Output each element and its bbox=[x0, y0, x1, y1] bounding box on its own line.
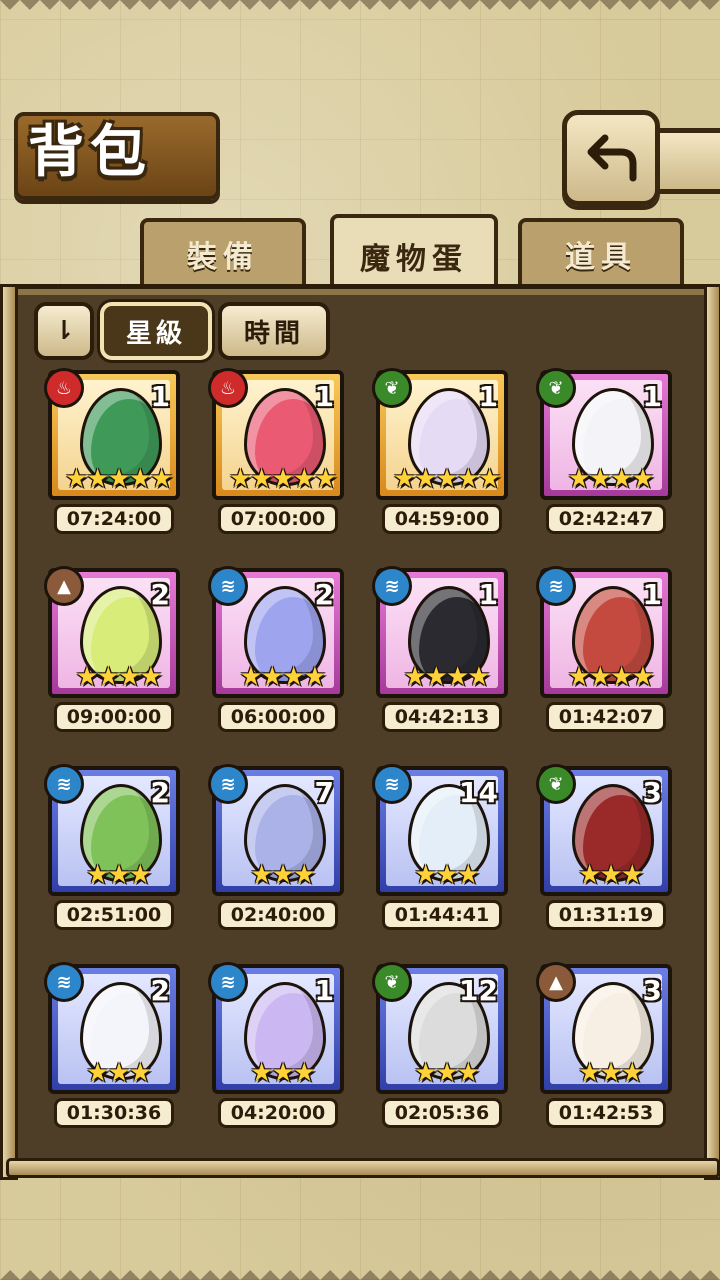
egg-count: 1 bbox=[150, 380, 170, 413]
egg-slot[interactable]: ❦ 1 ★★★★ 02:42:47 bbox=[536, 368, 680, 540]
leaf-element-icon: ❦ bbox=[372, 962, 412, 1002]
egg-slot[interactable]: ≋ 1 ★★★★ 04:42:13 bbox=[372, 566, 516, 738]
hatch-time-label: 01:42:07 bbox=[546, 702, 666, 732]
egg-slot[interactable]: ≋ 1 ★★★ 04:20:00 bbox=[208, 962, 352, 1134]
leaf-element-icon: ❦ bbox=[536, 368, 576, 408]
star-rating: ★★★★ bbox=[567, 464, 654, 494]
egg-slot[interactable]: ≋ 2 ★★★ 02:51:00 bbox=[44, 764, 188, 936]
egg-count: 1 bbox=[314, 974, 334, 1007]
egg-count: 1 bbox=[478, 578, 498, 611]
egg-card[interactable]: ❦ 12 ★★★ bbox=[372, 962, 508, 1094]
earth-element-icon: ▲ bbox=[536, 962, 576, 1002]
egg-slot[interactable]: ≋ 1 ★★★★ 01:42:07 bbox=[536, 566, 680, 738]
hatch-time-label: 04:59:00 bbox=[382, 504, 502, 534]
egg-card[interactable]: ≋ 1 ★★★ bbox=[208, 962, 344, 1094]
egg-card[interactable]: ▲ 2 ★★★★ bbox=[44, 566, 180, 698]
star-rating: ★★★ bbox=[86, 860, 152, 890]
egg-slot[interactable]: ▲ 2 ★★★★ 09:00:00 bbox=[44, 566, 188, 738]
hatch-time-label: 02:51:00 bbox=[54, 900, 174, 930]
star-rating: ★★★ bbox=[414, 860, 480, 890]
egg-count: 1 bbox=[314, 380, 334, 413]
egg-count: 2 bbox=[150, 974, 170, 1007]
star-rating: ★★★★★ bbox=[392, 464, 502, 494]
hatch-time-label: 02:05:36 bbox=[382, 1098, 502, 1128]
hatch-time-label: 01:44:41 bbox=[382, 900, 502, 930]
egg-slot[interactable]: ≋ 14 ★★★ 01:44:41 bbox=[372, 764, 516, 936]
egg-count: 12 bbox=[459, 974, 498, 1007]
star-rating: ★★★ bbox=[578, 860, 644, 890]
egg-card[interactable]: ≋ 7 ★★★ bbox=[208, 764, 344, 896]
egg-count: 1 bbox=[478, 380, 498, 413]
egg-count: 1 bbox=[642, 380, 662, 413]
star-rating: ★★★ bbox=[250, 860, 316, 890]
water-element-icon: ≋ bbox=[372, 566, 412, 606]
egg-card[interactable]: ♨ 1 ★★★★★ bbox=[44, 368, 180, 500]
fire-element-icon: ♨ bbox=[208, 368, 248, 408]
water-element-icon: ≋ bbox=[536, 566, 576, 606]
hatch-time-label: 09:00:00 bbox=[54, 702, 174, 732]
water-element-icon: ≋ bbox=[208, 962, 248, 1002]
water-element-icon: ≋ bbox=[208, 566, 248, 606]
egg-card[interactable]: ▲ 3 ★★★ bbox=[536, 962, 672, 1094]
egg-card[interactable]: ❦ 1 ★★★★ bbox=[536, 368, 672, 500]
water-element-icon: ≋ bbox=[372, 764, 412, 804]
hatch-time-label: 04:42:13 bbox=[382, 702, 502, 732]
egg-count: 7 bbox=[314, 776, 334, 809]
egg-card[interactable]: ≋ 1 ★★★★ bbox=[372, 566, 508, 698]
egg-slot[interactable]: ▲ 3 ★★★ 01:42:53 bbox=[536, 962, 680, 1134]
hatch-time-label: 02:40:00 bbox=[218, 900, 338, 930]
star-rating: ★★★★ bbox=[567, 662, 654, 692]
hatch-time-label: 07:00:00 bbox=[218, 504, 338, 534]
egg-slot[interactable]: ❦ 12 ★★★ 02:05:36 bbox=[372, 962, 516, 1134]
egg-slot[interactable]: ♨ 1 ★★★★★ 07:00:00 bbox=[208, 368, 352, 540]
star-rating: ★★★ bbox=[578, 1058, 644, 1088]
egg-slot[interactable]: ❦ 3 ★★★ 01:31:19 bbox=[536, 764, 680, 936]
egg-count: 2 bbox=[150, 776, 170, 809]
egg-card[interactable]: ≋ 2 ★★★ bbox=[44, 764, 180, 896]
egg-count: 3 bbox=[642, 974, 662, 1007]
star-rating: ★★★★★ bbox=[64, 464, 174, 494]
egg-slot[interactable]: ≋ 7 ★★★ 02:40:00 bbox=[208, 764, 352, 936]
star-rating: ★★★ bbox=[250, 1058, 316, 1088]
hatch-time-label: 01:31:19 bbox=[546, 900, 666, 930]
leaf-element-icon: ❦ bbox=[372, 368, 412, 408]
leaf-element-icon: ❦ bbox=[536, 764, 576, 804]
egg-card[interactable]: ≋ 2 ★★★★ bbox=[208, 566, 344, 698]
egg-grid: ♨ 1 ★★★★★ 07:24:00 ♨ 1 ★★★★★ 07:00:00 ❦ 1 ★★★★★ 04:… bbox=[0, 0, 720, 1280]
hatch-time-label: 07:24:00 bbox=[54, 504, 174, 534]
water-element-icon: ≋ bbox=[44, 764, 84, 804]
fire-element-icon: ♨ bbox=[44, 368, 84, 408]
egg-card[interactable]: ≋ 1 ★★★★ bbox=[536, 566, 672, 698]
hatch-time-label: 02:42:47 bbox=[546, 504, 666, 534]
water-element-icon: ≋ bbox=[208, 764, 248, 804]
egg-slot[interactable]: ≋ 2 ★★★ 01:30:36 bbox=[44, 962, 188, 1134]
water-element-icon: ≋ bbox=[44, 962, 84, 1002]
hatch-time-label: 04:20:00 bbox=[218, 1098, 338, 1128]
egg-count: 1 bbox=[642, 578, 662, 611]
egg-count: 2 bbox=[314, 578, 334, 611]
egg-count: 3 bbox=[642, 776, 662, 809]
hatch-time-label: 01:30:36 bbox=[54, 1098, 174, 1128]
star-rating: ★★★★ bbox=[403, 662, 490, 692]
hatch-time-label: 01:42:53 bbox=[546, 1098, 666, 1128]
egg-slot[interactable]: ♨ 1 ★★★★★ 07:24:00 bbox=[44, 368, 188, 540]
hatch-time-label: 06:00:00 bbox=[218, 702, 338, 732]
star-rating: ★★★★★ bbox=[228, 464, 338, 494]
egg-card[interactable]: ♨ 1 ★★★★★ bbox=[208, 368, 344, 500]
star-rating: ★★★ bbox=[414, 1058, 480, 1088]
egg-card[interactable]: ≋ 2 ★★★ bbox=[44, 962, 180, 1094]
egg-card[interactable]: ❦ 3 ★★★ bbox=[536, 764, 672, 896]
star-rating: ★★★★ bbox=[75, 662, 162, 692]
egg-count: 14 bbox=[459, 776, 498, 809]
egg-count: 2 bbox=[150, 578, 170, 611]
earth-element-icon: ▲ bbox=[44, 566, 84, 606]
egg-slot[interactable]: ≋ 2 ★★★★ 06:00:00 bbox=[208, 566, 352, 738]
egg-card[interactable]: ❦ 1 ★★★★★ bbox=[372, 368, 508, 500]
star-rating: ★★★ bbox=[86, 1058, 152, 1088]
star-rating: ★★★★ bbox=[239, 662, 326, 692]
egg-slot[interactable]: ❦ 1 ★★★★★ 04:59:00 bbox=[372, 368, 516, 540]
egg-card[interactable]: ≋ 14 ★★★ bbox=[372, 764, 508, 896]
